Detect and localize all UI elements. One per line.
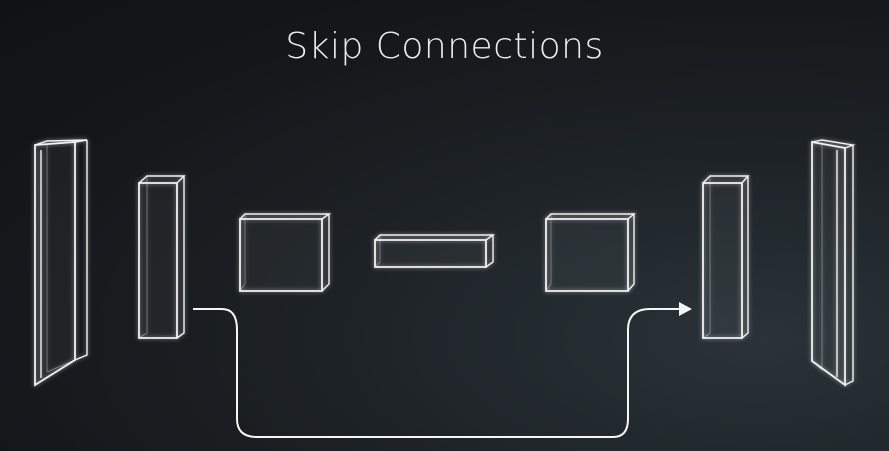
encoder-block-1 — [34, 139, 88, 387]
decoder-block-1 — [811, 139, 856, 387]
encoder-block-3 — [239, 213, 332, 292]
skip-connection — [193, 302, 692, 438]
decoder-block-2 — [702, 175, 750, 339]
decoder-block-3 — [545, 213, 636, 292]
right-arrow-icon — [679, 302, 692, 316]
bottleneck-block — [374, 234, 496, 268]
unet-diagram — [34, 139, 856, 438]
encoder-block-2 — [138, 175, 186, 339]
skip-connection-path — [193, 308, 680, 438]
